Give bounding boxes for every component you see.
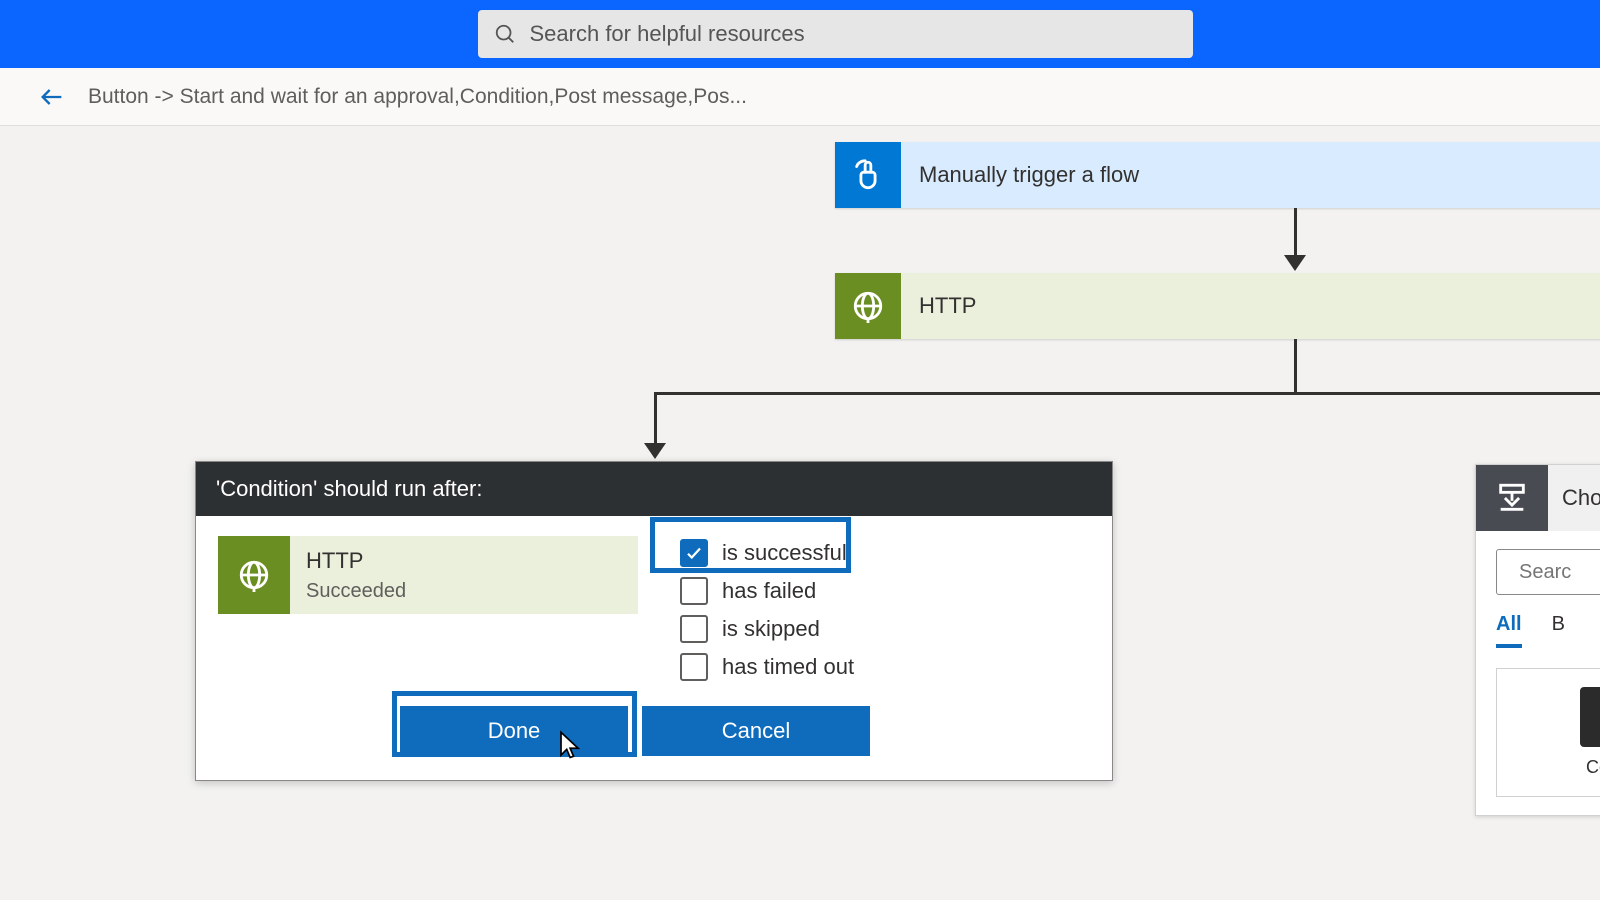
checkbox-icon	[680, 577, 708, 605]
global-search-input[interactable]	[530, 21, 1177, 47]
option-label: has timed out	[722, 654, 854, 680]
option-label: is successful	[722, 540, 847, 566]
connector-search[interactable]	[1496, 549, 1600, 595]
control-connector-tile[interactable]	[1580, 687, 1600, 747]
global-search[interactable]	[478, 10, 1193, 58]
flow-canvas[interactable]: Manually trigger a flow HTTP 'Condition'…	[0, 126, 1600, 900]
run-after-panel: 'Condition' should run after: HTTP Succe…	[195, 461, 1113, 781]
breadcrumb: Button -> Start and wait for an approval…	[88, 85, 747, 109]
search-icon	[494, 23, 516, 45]
breadcrumb-bar: Button -> Start and wait for an approval…	[0, 68, 1600, 126]
back-button[interactable]	[34, 79, 70, 115]
connector-line	[1294, 339, 1297, 394]
option-is-skipped[interactable]: is skipped	[678, 614, 862, 644]
tab-builtin[interactable]: B	[1552, 613, 1565, 648]
trigger-label: Manually trigger a flow	[901, 142, 1600, 208]
connector-line	[654, 392, 657, 447]
cancel-button[interactable]: Cancel	[642, 706, 870, 756]
option-has-failed[interactable]: has failed	[678, 576, 862, 606]
arrow-down-icon	[644, 443, 666, 459]
connector-label: Control	[1511, 757, 1600, 778]
http-label: HTTP	[901, 273, 1600, 339]
source-action-card[interactable]: HTTP Succeeded	[218, 536, 638, 614]
trigger-card[interactable]: Manually trigger a flow	[835, 142, 1600, 208]
source-action-name: HTTP	[306, 548, 406, 574]
globe-icon	[835, 273, 901, 339]
connector-grid: Control	[1496, 668, 1600, 797]
connector-line	[1294, 208, 1297, 259]
control-icon	[1476, 465, 1548, 531]
arrow-left-icon	[38, 83, 66, 111]
connector-line	[654, 392, 1600, 395]
checkbox-icon	[680, 539, 708, 567]
arrow-down-icon	[1284, 255, 1306, 271]
tab-all[interactable]: All	[1496, 613, 1522, 648]
checkbox-icon	[680, 653, 708, 681]
run-after-title: 'Condition' should run after:	[196, 462, 1112, 516]
globe-icon	[218, 536, 290, 614]
run-after-options: is successful has failed is skipped	[678, 536, 862, 682]
done-button[interactable]: Done	[400, 706, 628, 756]
connector-tabs: All B	[1496, 613, 1600, 648]
http-card[interactable]: HTTP	[835, 273, 1600, 339]
option-has-timed-out[interactable]: has timed out	[678, 652, 862, 682]
checkbox-icon	[680, 615, 708, 643]
choose-operation-panel: Cho All B Control	[1475, 464, 1600, 816]
top-ribbon	[0, 0, 1600, 68]
touch-icon	[835, 142, 901, 208]
option-label: has failed	[722, 578, 816, 604]
option-label: is skipped	[722, 616, 820, 642]
choose-panel-title: Cho	[1548, 485, 1600, 511]
option-is-successful[interactable]: is successful	[678, 538, 862, 568]
source-action-status: Succeeded	[306, 580, 406, 603]
connector-search-input[interactable]	[1519, 561, 1600, 584]
